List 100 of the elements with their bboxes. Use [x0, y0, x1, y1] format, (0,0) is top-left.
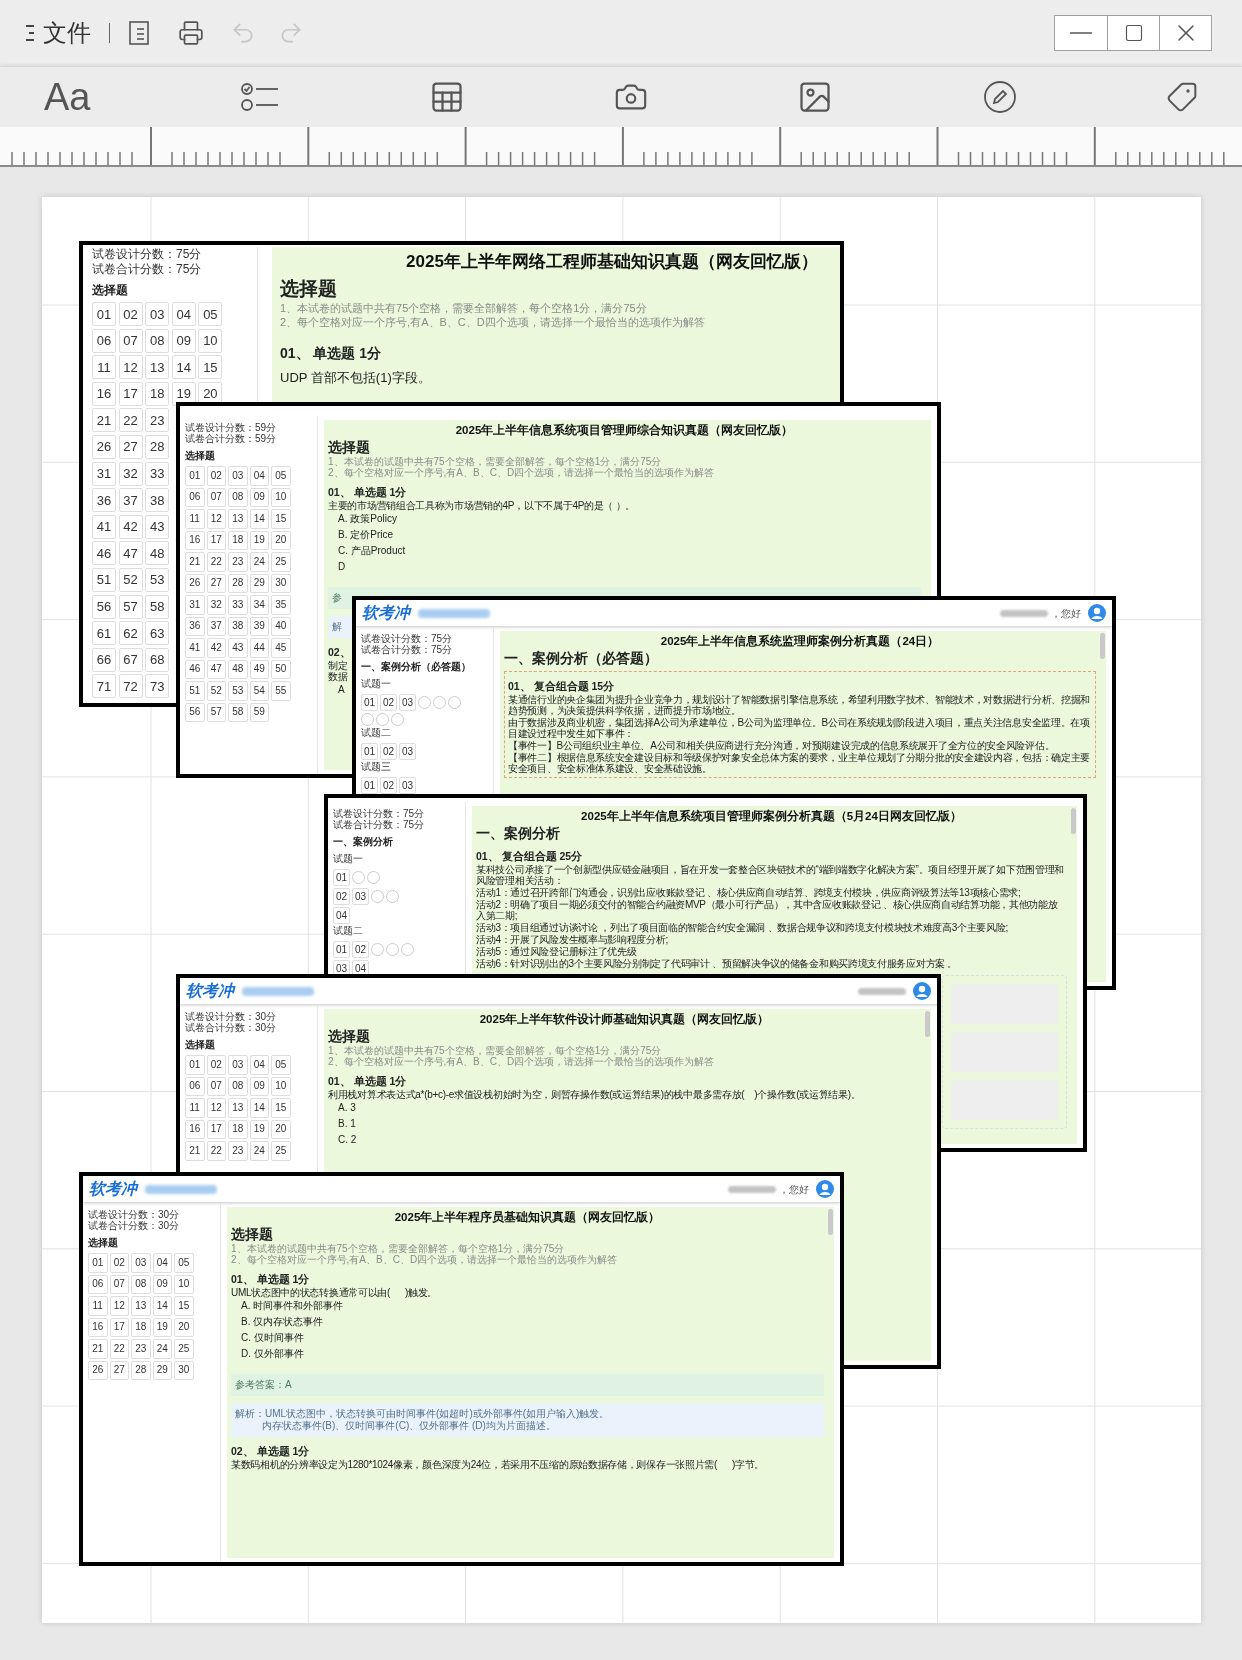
- answer-option[interactable]: D. 仅外部事件: [241, 1346, 304, 1362]
- question-number[interactable]: 73: [145, 674, 170, 699]
- avatar-icon[interactable]: [1088, 604, 1106, 622]
- question-number[interactable]: 48: [145, 541, 170, 566]
- question-number[interactable]: 02: [333, 888, 350, 905]
- question-number[interactable]: 06: [88, 1274, 108, 1294]
- question-number[interactable]: 18: [228, 1119, 248, 1139]
- question-number[interactable]: 36: [92, 488, 116, 513]
- question-number[interactable]: 23: [228, 552, 248, 572]
- question-number[interactable]: 14: [249, 1098, 269, 1118]
- question-number[interactable]: 68: [145, 647, 170, 672]
- question-number[interactable]: 11: [185, 509, 205, 529]
- question-number[interactable]: 49: [249, 659, 269, 679]
- answer-option[interactable]: C. 2: [338, 1132, 357, 1148]
- question-number[interactable]: 59: [249, 702, 269, 722]
- scrollbar-thumb[interactable]: [1100, 633, 1105, 659]
- question-number[interactable]: 24: [152, 1339, 172, 1359]
- scrollbar-thumb[interactable]: [828, 1209, 833, 1235]
- question-number[interactable]: 01: [361, 777, 378, 794]
- question-number[interactable]: 01: [88, 1253, 108, 1273]
- question-number[interactable]: 71: [92, 674, 116, 699]
- question-number[interactable]: 02: [109, 1253, 129, 1273]
- question-number[interactable]: 43: [228, 638, 248, 658]
- answer-option[interactable]: A. 3: [338, 1100, 356, 1116]
- question-number[interactable]: 42: [206, 638, 226, 658]
- question-number[interactable]: 52: [206, 681, 226, 701]
- tag-icon[interactable]: [1166, 81, 1198, 113]
- question-number[interactable]: 17: [206, 1119, 226, 1139]
- question-number[interactable]: 02: [352, 941, 369, 958]
- question-number[interactable]: 10: [271, 487, 291, 507]
- question-number[interactable]: 26: [92, 434, 116, 459]
- question-number[interactable]: 61: [92, 621, 116, 646]
- question-number[interactable]: 03: [352, 888, 369, 905]
- question-number[interactable]: 47: [118, 541, 143, 566]
- question-number[interactable]: 07: [109, 1274, 129, 1294]
- question-number[interactable]: 02: [380, 694, 397, 711]
- question-number[interactable]: 07: [206, 1076, 226, 1096]
- question-slot[interactable]: [376, 713, 389, 726]
- question-number[interactable]: 33: [145, 461, 170, 486]
- scrollbar-thumb[interactable]: [1071, 808, 1076, 834]
- question-number[interactable]: 08: [145, 328, 170, 353]
- question-number[interactable]: 30: [271, 573, 291, 593]
- question-slot[interactable]: [367, 871, 380, 884]
- question-number[interactable]: 14: [171, 355, 196, 380]
- question-number[interactable]: 12: [118, 355, 143, 380]
- question-number[interactable]: 43: [145, 514, 170, 539]
- question-number[interactable]: 22: [109, 1339, 129, 1359]
- question-number[interactable]: 03: [228, 1055, 248, 1075]
- question-number[interactable]: 02: [206, 466, 226, 486]
- question-number[interactable]: 11: [185, 1098, 205, 1118]
- question-number[interactable]: 34: [249, 595, 269, 615]
- question-number[interactable]: 51: [92, 567, 116, 592]
- question-number[interactable]: 44: [249, 638, 269, 658]
- question-slot[interactable]: [386, 943, 399, 956]
- question-number[interactable]: 04: [249, 1055, 269, 1075]
- question-number[interactable]: 57: [206, 702, 226, 722]
- question-number[interactable]: 30: [174, 1360, 194, 1380]
- question-number[interactable]: 13: [228, 509, 248, 529]
- checklist-icon[interactable]: [239, 81, 280, 113]
- question-number[interactable]: 23: [131, 1339, 151, 1359]
- question-number[interactable]: 17: [206, 530, 226, 550]
- answer-option[interactable]: C. 产品Product: [338, 543, 406, 559]
- question-number[interactable]: 46: [92, 541, 116, 566]
- question-number[interactable]: 10: [271, 1076, 291, 1096]
- question-number[interactable]: 27: [118, 434, 143, 459]
- question-number[interactable]: 02: [206, 1055, 226, 1075]
- question-number[interactable]: 52: [118, 567, 143, 592]
- question-number[interactable]: 11: [92, 355, 116, 380]
- question-number[interactable]: 46: [185, 659, 205, 679]
- question-number[interactable]: 16: [88, 1317, 108, 1337]
- question-number[interactable]: 32: [118, 461, 143, 486]
- question-number[interactable]: 56: [92, 594, 116, 619]
- question-number[interactable]: 13: [131, 1296, 151, 1316]
- font-button[interactable]: Aa: [44, 78, 91, 116]
- question-number[interactable]: 19: [171, 381, 196, 406]
- answer-option[interactable]: A. 政策Policy: [338, 511, 397, 527]
- question-number[interactable]: 38: [228, 616, 248, 636]
- question-number[interactable]: 13: [145, 355, 170, 380]
- question-number[interactable]: 07: [206, 487, 226, 507]
- question-number[interactable]: 09: [249, 1076, 269, 1096]
- question-number[interactable]: 23: [228, 1141, 248, 1161]
- question-number[interactable]: 39: [249, 616, 269, 636]
- question-number[interactable]: 18: [145, 381, 170, 406]
- question-slot[interactable]: [352, 871, 365, 884]
- question-number[interactable]: 19: [249, 530, 269, 550]
- file-menu[interactable]: 文件: [43, 21, 91, 45]
- question-number[interactable]: 36: [185, 616, 205, 636]
- site-logo[interactable]: 软考冲: [186, 983, 234, 999]
- question-slot[interactable]: [391, 713, 404, 726]
- question-number[interactable]: 01: [185, 466, 205, 486]
- question-number[interactable]: 29: [152, 1360, 172, 1380]
- question-slot[interactable]: [448, 696, 461, 709]
- question-number[interactable]: 24: [249, 1141, 269, 1161]
- question-number[interactable]: 08: [228, 1076, 248, 1096]
- question-number[interactable]: 14: [152, 1296, 172, 1316]
- question-number[interactable]: 55: [271, 681, 291, 701]
- question-number[interactable]: 10: [198, 328, 223, 353]
- question-number[interactable]: 21: [92, 408, 116, 433]
- question-number[interactable]: 27: [109, 1360, 129, 1380]
- question-number[interactable]: 23: [145, 408, 170, 433]
